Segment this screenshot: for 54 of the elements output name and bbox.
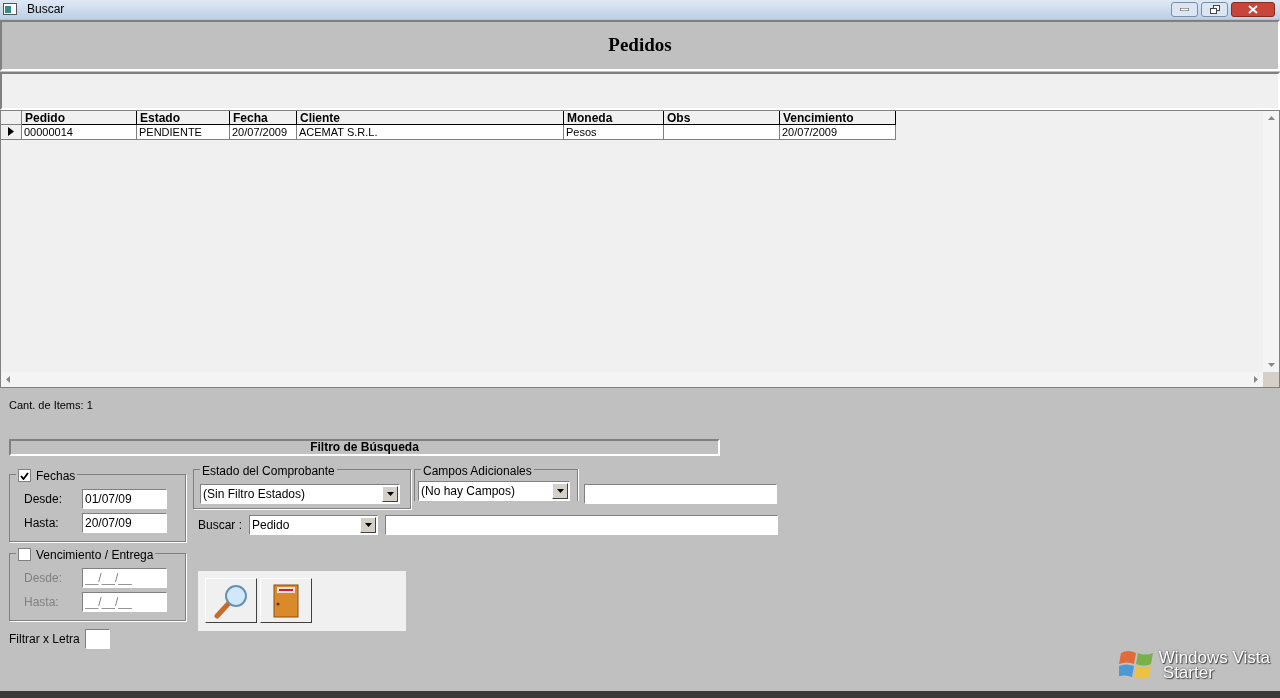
search-label: Buscar : bbox=[198, 516, 242, 534]
filter-title: Filtro de Búsqueda bbox=[310, 439, 419, 457]
search-field[interactable] bbox=[385, 514, 778, 535]
scroll-left-icon bbox=[6, 375, 10, 383]
column-header[interactable]: Cliente bbox=[297, 110, 564, 125]
field-label: Desde: bbox=[24, 490, 64, 508]
row-pointer-icon bbox=[8, 127, 14, 137]
search-button[interactable] bbox=[205, 578, 257, 624]
date-field[interactable]: 20/07/09 bbox=[82, 512, 167, 533]
restore-button[interactable] bbox=[1201, 1, 1228, 17]
horizontal-scrollbar[interactable] bbox=[1, 371, 1263, 387]
door-icon bbox=[273, 583, 299, 618]
exit-button[interactable] bbox=[260, 578, 312, 624]
checkbox[interactable] bbox=[18, 469, 31, 483]
column-header[interactable]: Vencimiento bbox=[780, 110, 896, 125]
column-header[interactable]: Moneda bbox=[564, 110, 664, 125]
dropdown-arrow-icon bbox=[364, 522, 372, 527]
scroll-down-icon bbox=[1267, 362, 1275, 367]
close-icon bbox=[1248, 4, 1258, 14]
letter-field[interactable] bbox=[84, 628, 110, 649]
app-icon bbox=[3, 3, 17, 16]
date-field[interactable]: __/__/__ bbox=[82, 567, 167, 588]
column-header[interactable]: Pedido bbox=[22, 110, 137, 125]
item-count: Cant. de Items: 1 bbox=[9, 397, 94, 411]
column-header[interactable]: Obs bbox=[664, 110, 780, 125]
group-label: Fechas bbox=[36, 467, 76, 485]
column-header[interactable]: Fecha bbox=[230, 110, 297, 125]
dropdown-arrow-icon bbox=[386, 491, 394, 496]
date-field[interactable]: __/__/__ bbox=[82, 591, 167, 612]
close-button[interactable] bbox=[1231, 1, 1275, 17]
date-field[interactable]: 01/07/09 bbox=[82, 488, 167, 509]
windows-logo-icon bbox=[1118, 648, 1155, 681]
fields-dropdown[interactable]: (No hay Campos) bbox=[418, 480, 570, 501]
filter-letter-label: Filtrar x Letra bbox=[9, 630, 80, 648]
search-dropdown[interactable]: Pedido bbox=[249, 514, 378, 535]
status-dropdown[interactable]: (Sin Filtro Estados) bbox=[200, 483, 400, 504]
restore-icon bbox=[1209, 4, 1220, 14]
checkbox[interactable] bbox=[18, 548, 31, 562]
window-title: Buscar bbox=[27, 1, 66, 19]
field-label: Hasta: bbox=[24, 514, 60, 532]
search-icon bbox=[213, 582, 249, 619]
field-label: Desde: bbox=[24, 569, 64, 587]
column-header[interactable]: Estado bbox=[137, 110, 230, 125]
header-title: Pedidos bbox=[608, 33, 672, 58]
dropdown-arrow-icon bbox=[556, 488, 564, 493]
os-watermark: Windows Vista Starter bbox=[1158, 649, 1270, 680]
checkmark-icon bbox=[20, 471, 29, 480]
vertical-scrollbar[interactable] bbox=[1263, 110, 1279, 372]
scroll-up-icon bbox=[1267, 115, 1275, 120]
scroll-right-icon bbox=[1254, 375, 1258, 383]
minimize-icon bbox=[1180, 7, 1189, 11]
field-label: Hasta: bbox=[24, 593, 60, 611]
input-field[interactable] bbox=[584, 483, 777, 504]
group-label: Vencimiento / Entrega bbox=[36, 546, 154, 564]
